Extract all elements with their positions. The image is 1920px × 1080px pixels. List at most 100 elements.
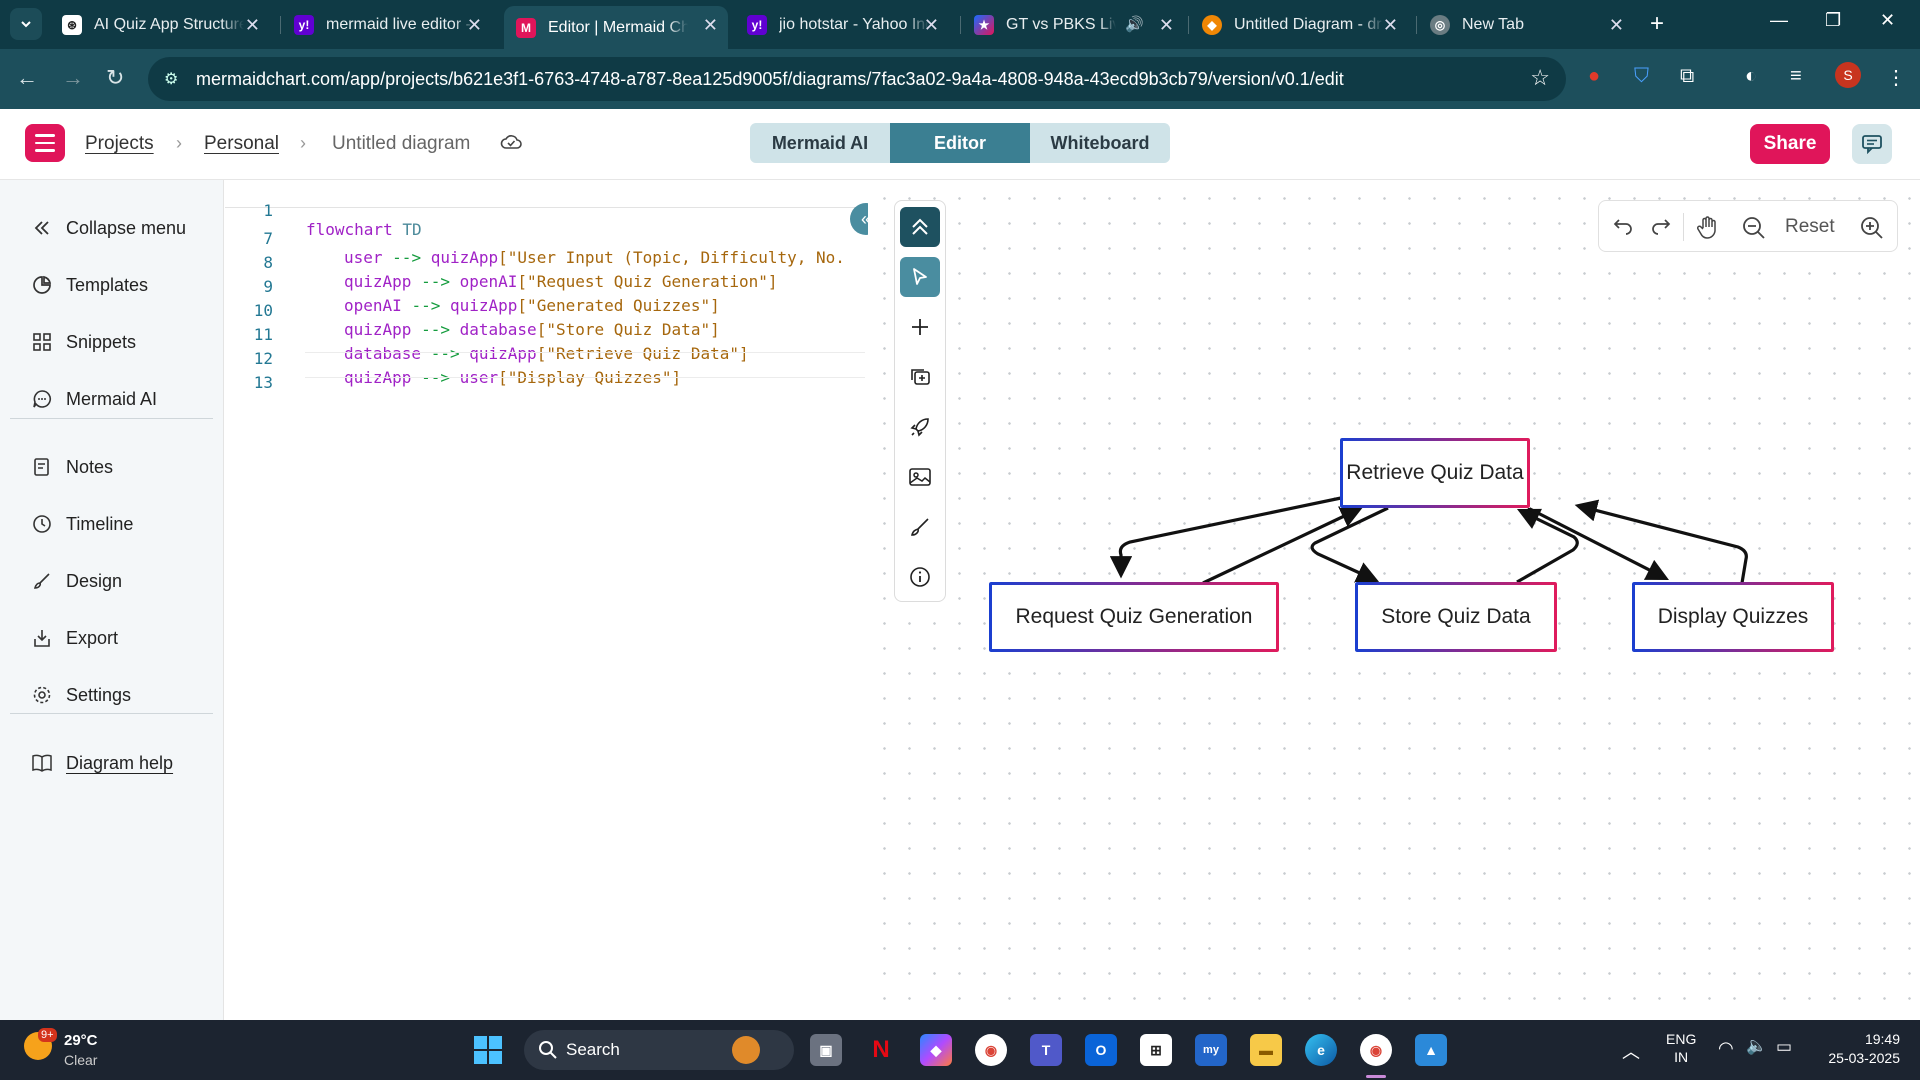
browser-tab[interactable]: ◆ Untitled Diagram - dr ✕: [1190, 6, 1408, 44]
chevron-down-icon: [21, 21, 31, 28]
weather-badge: 9+: [38, 1028, 57, 1042]
chevron-up-icon[interactable]: ︿: [1622, 1038, 1640, 1064]
close-icon[interactable]: ✕: [924, 15, 939, 36]
sidebar: Collapse menu Templates Snippets Mermaid…: [0, 180, 224, 1020]
file-explorer-icon[interactable]: ▬: [1250, 1034, 1282, 1066]
performance-icon[interactable]: ◐: [1745, 65, 1757, 88]
sidebar-item-timeline[interactable]: Timeline: [30, 509, 133, 539]
tab-title: jio hotstar - Yahoo Ind: [779, 16, 929, 33]
minimize-icon[interactable]: —: [1770, 10, 1788, 31]
extension-icon[interactable]: ●: [1588, 65, 1600, 88]
node-label: Display Quizzes: [1657, 605, 1809, 628]
code-editor[interactable]: 1 flowchart TD 7 user --> quizApp["User …: [225, 180, 867, 1020]
sidebar-item-mermaid-ai[interactable]: Mermaid AI: [30, 384, 157, 414]
comment-icon: [1862, 135, 1882, 154]
node-label: Retrieve Quiz Data: [1346, 461, 1524, 484]
tab-mermaid-ai[interactable]: Mermaid AI: [750, 123, 890, 163]
menu-button[interactable]: [25, 124, 65, 162]
new-tab-button[interactable]: +: [1650, 10, 1664, 38]
browser-tab[interactable]: y! mermaid live editor - Y ✕: [282, 6, 492, 44]
edge-retrieve-to-request: [1109, 496, 1342, 579]
forward-icon[interactable]: →: [62, 65, 84, 91]
edge-retrieve-to-display: [1527, 506, 1669, 581]
browser-tab[interactable]: ◎ New Tab ✕: [1418, 6, 1634, 44]
close-icon[interactable]: ✕: [1159, 15, 1174, 36]
sidebar-item-templates[interactable]: Templates: [30, 270, 148, 300]
sidebar-item-label: Design: [66, 570, 123, 591]
sidebar-item-settings[interactable]: Settings: [30, 680, 131, 710]
sidebar-item-notes[interactable]: Notes: [30, 452, 113, 482]
shield-icon[interactable]: ⛉: [1634, 65, 1649, 88]
chrome-taskbar-icon[interactable]: ◉: [975, 1034, 1007, 1066]
node-store-quiz-data[interactable]: Store Quiz Data: [1355, 582, 1557, 652]
tab-editor[interactable]: Editor: [890, 123, 1030, 163]
sidebar-item-diagram-help[interactable]: Diagram help: [30, 748, 173, 778]
speaker-icon[interactable]: 🔊: [1125, 15, 1144, 33]
edge-icon[interactable]: e: [1305, 1034, 1337, 1066]
clock[interactable]: 19:49 25-03-2025: [1810, 1030, 1900, 1068]
microsoft-store-icon[interactable]: ⊞: [1140, 1034, 1172, 1066]
url-field[interactable]: ⚙ mermaidchart.com/app/projects/b621e3f1…: [148, 57, 1566, 101]
battery-icon[interactable]: ▭: [1776, 1037, 1792, 1057]
sidebar-item-snippets[interactable]: Snippets: [30, 327, 136, 357]
close-icon[interactable]: ✕: [467, 15, 482, 36]
tab-title: Untitled Diagram - dr: [1234, 16, 1382, 33]
tab-whiteboard[interactable]: Whiteboard: [1030, 123, 1170, 163]
netflix-icon[interactable]: N: [865, 1034, 897, 1066]
extensions-puzzle-icon[interactable]: ⧉: [1680, 65, 1694, 88]
teams-icon[interactable]: T: [1030, 1034, 1062, 1066]
sidebar-item-export[interactable]: Export: [30, 623, 118, 653]
mysql-icon[interactable]: my: [1195, 1034, 1227, 1066]
close-icon[interactable]: ✕: [245, 15, 260, 36]
node-retrieve-quiz-data[interactable]: Retrieve Quiz Data: [1340, 438, 1530, 508]
language-indicator[interactable]: ENG IN: [1666, 1030, 1696, 1066]
language-code: ENG: [1666, 1031, 1697, 1047]
node-request-quiz-generation[interactable]: Request Quiz Generation: [989, 582, 1279, 652]
tab-search-button[interactable]: [10, 8, 42, 40]
flowchart-diagram: Retrieve Quiz Data Request Quiz Generati…: [868, 180, 1920, 1020]
outlook-icon[interactable]: O: [1085, 1034, 1117, 1066]
sidebar-item-label: Notes: [66, 456, 114, 477]
sidebar-item-collapse-menu[interactable]: Collapse menu: [30, 213, 186, 243]
more-menu-icon[interactable]: ⋮: [1886, 65, 1906, 90]
browser-tab[interactable]: y! jio hotstar - Yahoo Ind ✕: [735, 6, 949, 44]
close-icon[interactable]: ✕: [1609, 15, 1624, 36]
chrome-profile-icon[interactable]: ◉: [1360, 1034, 1392, 1066]
media-control-icon[interactable]: ≡: [1790, 65, 1802, 88]
breadcrumb-projects[interactable]: Projects: [85, 133, 154, 155]
windows-start-icon[interactable]: [472, 1034, 504, 1066]
task-view-icon[interactable]: ▣: [810, 1034, 842, 1066]
clock-date: 25-03-2025: [1828, 1050, 1900, 1066]
search-highlight-icon: [732, 1036, 760, 1064]
reload-icon[interactable]: ↻: [106, 65, 124, 91]
share-button[interactable]: Share: [1750, 124, 1830, 164]
browser-tab-active[interactable]: M Editor | Mermaid Chart ✕: [504, 6, 728, 49]
code-line: 8 quizApp --> openAI["Request Quiz Gener…: [225, 234, 865, 291]
tab-title: Editor | Mermaid Chart: [548, 18, 688, 36]
close-icon[interactable]: ✕: [1383, 15, 1398, 36]
breadcrumb-personal[interactable]: Personal: [204, 133, 279, 155]
restore-icon[interactable]: ❐: [1825, 10, 1841, 31]
close-window-icon[interactable]: ✕: [1880, 10, 1895, 31]
browser-tab[interactable]: ★ GT vs PBKS Live w 🔊 ✕: [962, 6, 1184, 44]
node-display-quizzes[interactable]: Display Quizzes: [1632, 582, 1834, 652]
taskbar-search[interactable]: Search: [524, 1030, 794, 1070]
weather-widget[interactable]: 9+ 29°C Clear: [20, 1028, 140, 1072]
wifi-icon[interactable]: ◠: [1718, 1038, 1734, 1059]
photos-icon[interactable]: ▲: [1415, 1034, 1447, 1066]
comments-button[interactable]: [1852, 124, 1892, 164]
bookmark-star-icon[interactable]: ☆: [1530, 65, 1550, 91]
browser-tab[interactable]: ⊛ AI Quiz App Structure ✕: [50, 6, 270, 44]
profile-avatar[interactable]: S: [1835, 62, 1861, 88]
weather-description: Clear: [64, 1052, 98, 1068]
breadcrumb-diagram-title[interactable]: Untitled diagram: [332, 133, 470, 155]
back-icon[interactable]: ←: [16, 65, 38, 91]
copilot-icon[interactable]: ◆: [920, 1034, 952, 1066]
site-info-icon[interactable]: ⚙: [164, 69, 178, 89]
volume-muted-icon[interactable]: 🔈: [1746, 1036, 1767, 1056]
clock-icon: [30, 512, 54, 536]
sidebar-item-label: Mermaid AI: [66, 388, 158, 409]
sidebar-item-design[interactable]: Design: [30, 566, 122, 596]
close-icon[interactable]: ✕: [703, 15, 718, 36]
sidebar-item-label: Settings: [66, 684, 132, 705]
